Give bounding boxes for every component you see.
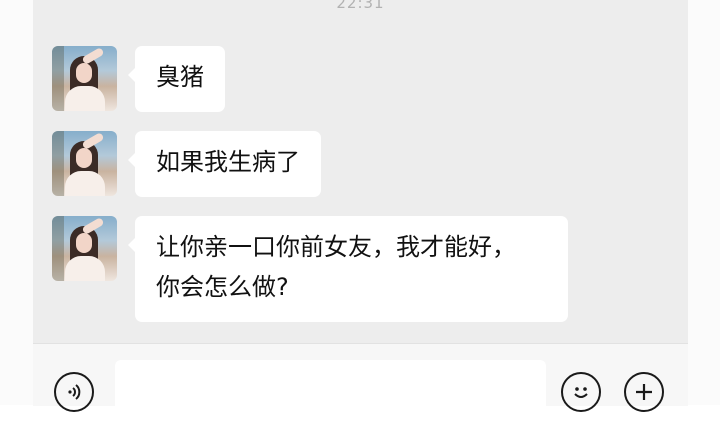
message-bubble[interactable]: 臭猪: [128, 46, 225, 112]
voice-icon[interactable]: [54, 372, 94, 412]
plus-icon[interactable]: [624, 372, 664, 412]
message-bubble[interactable]: 让你亲一口你前女友，我才能好， 你会怎么做?: [128, 216, 568, 322]
right-margin: [688, 0, 720, 405]
emoji-icon[interactable]: [561, 372, 601, 412]
avatar[interactable]: [52, 131, 117, 196]
message-input[interactable]: [115, 360, 546, 422]
chat-area[interactable]: 22:31 臭猪 如果我生病了 让你亲一口你前女友，我才能好， 你会怎么做?: [33, 0, 688, 343]
input-bar: [33, 343, 688, 422]
message-text-line: 让你亲一口你前女友，我才能好，: [156, 233, 516, 261]
avatar[interactable]: [52, 216, 117, 281]
message-text-line: 你会怎么做?: [156, 273, 289, 301]
message-text: 如果我生病了: [156, 148, 300, 176]
avatar[interactable]: [52, 46, 117, 111]
message-bubble[interactable]: 如果我生病了: [128, 131, 321, 197]
left-margin: [0, 0, 33, 405]
message-text: 臭猪: [156, 63, 204, 91]
message-timestamp: 22:31: [336, 0, 385, 12]
